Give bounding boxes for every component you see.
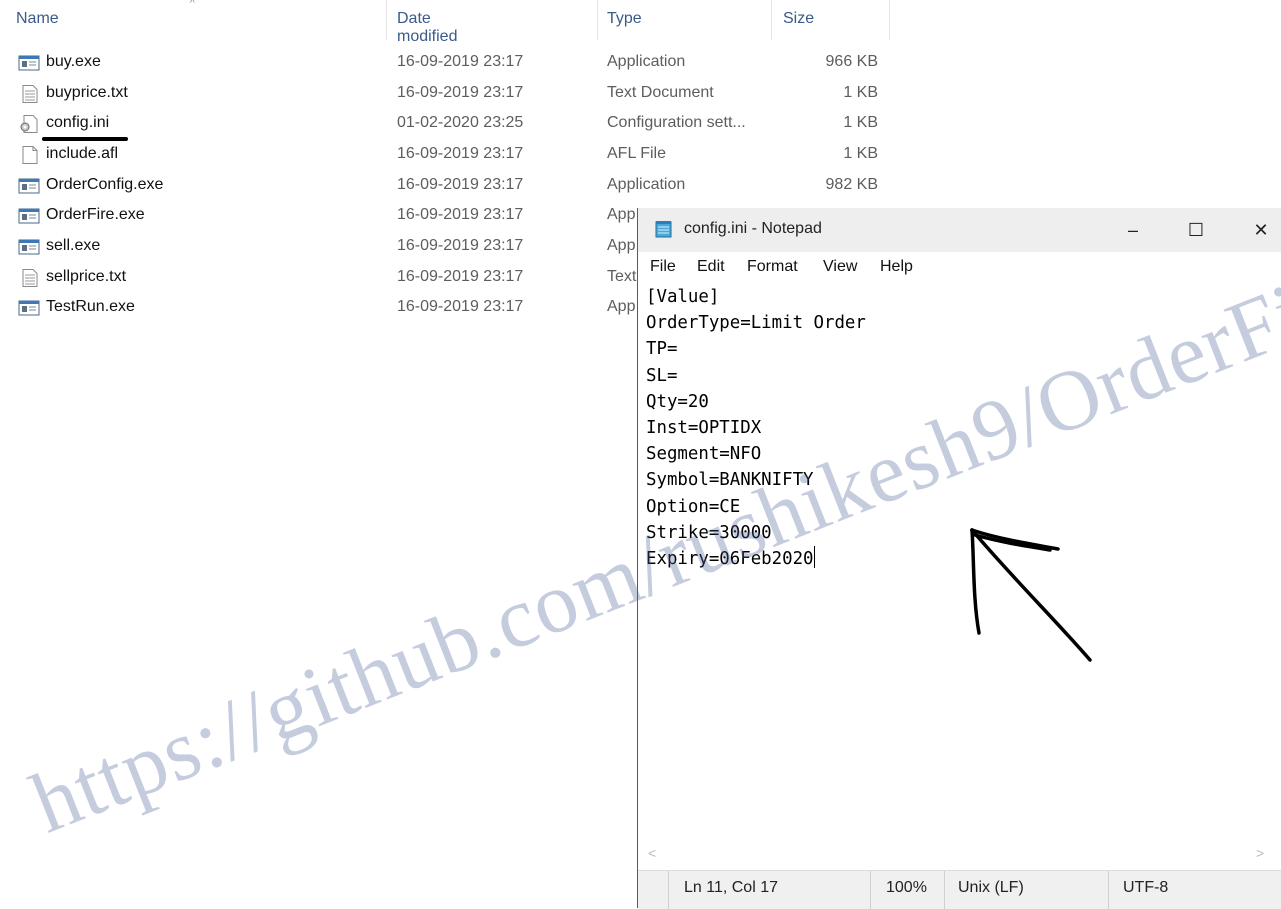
file-size: 966 KB (825, 53, 878, 70)
scroll-left-icon[interactable]: < (648, 845, 656, 861)
minimize-button[interactable]: ‒ (1102, 208, 1164, 252)
file-type: Application (607, 176, 686, 193)
menu-edit[interactable]: Edit (697, 258, 725, 276)
file-date: 16-09-2019 23:17 (397, 298, 524, 315)
file-date: 16-09-2019 23:17 (397, 237, 524, 254)
close-icon: ✕ (1253, 220, 1269, 240)
encoding: UTF-8 (1123, 879, 1169, 896)
cursor-position: Ln 11, Col 17 (684, 879, 778, 896)
file-name[interactable]: config.ini (46, 114, 109, 132)
file-row[interactable]: buyprice.txt 16-09-2019 23:17 Text Documen… (0, 78, 900, 108)
menu-format[interactable]: Format (747, 258, 798, 276)
file-date: 16-09-2019 23:17 (397, 206, 524, 223)
text-line: Symbol=BANKNIFTY (646, 470, 814, 491)
text-line: Expiry=06Feb2020 (646, 549, 814, 570)
file-date: 01-02-2020 23:25 (397, 114, 524, 131)
file-type: Configuration sett... (607, 114, 746, 131)
file-date: 16-09-2019 23:17 (397, 53, 524, 70)
hand-drawn-underline (42, 137, 128, 141)
status-divider (870, 871, 871, 909)
status-divider (1108, 871, 1109, 909)
menu-bar: File Edit Format View Help (638, 252, 1281, 282)
file-date: 16-09-2019 23:17 (397, 268, 524, 285)
column-divider[interactable] (597, 0, 598, 40)
file-type: Text (607, 268, 637, 285)
file-type: Text Document (607, 84, 714, 101)
column-header-type[interactable]: Type (607, 10, 642, 28)
column-divider[interactable] (771, 0, 772, 40)
file-date: 16-09-2019 23:17 (397, 84, 524, 101)
maximize-button[interactable]: ☐ (1165, 208, 1227, 252)
file-size: 982 KB (825, 176, 878, 193)
column-header-size[interactable]: Size (783, 10, 814, 28)
file-name[interactable]: sellprice.txt (46, 268, 126, 286)
scroll-right-icon[interactable]: > (1256, 845, 1264, 861)
text-editor[interactable]: [Value] OrderType=Limit Order TP= SL= Qt… (646, 284, 1266, 844)
column-header-name[interactable]: Name (16, 10, 59, 28)
text-line: [Value] (646, 287, 720, 307)
file-name[interactable]: TestRun.exe (46, 298, 135, 316)
menu-file[interactable]: File (650, 258, 676, 276)
file-date: 16-09-2019 23:17 (397, 145, 524, 162)
menu-view[interactable]: View (823, 258, 857, 276)
text-line: TP= (646, 339, 678, 360)
text-file-icon (18, 85, 40, 103)
file-name[interactable]: buy.exe (46, 53, 101, 71)
notepad-window: config.ini - Notepad ‒ ☐ ✕ File Edit For… (637, 208, 1281, 909)
column-divider[interactable] (386, 0, 387, 40)
file-name[interactable]: buyprice.txt (46, 84, 128, 102)
column-divider[interactable] (889, 0, 890, 40)
app-icon (18, 207, 40, 225)
zoom-level: 100% (886, 879, 927, 896)
text-file-icon (18, 269, 40, 287)
text-line: Segment=NFO (646, 444, 762, 465)
horizontal-scrollbar[interactable]: < > (638, 844, 1281, 864)
app-icon (18, 299, 40, 317)
text-line: OrderType=Limit Order (646, 313, 866, 334)
notepad-titlebar[interactable]: config.ini - Notepad ‒ ☐ ✕ (638, 208, 1281, 252)
app-icon (18, 177, 40, 195)
app-icon (18, 238, 40, 256)
file-row[interactable]: include.afl 16-09-2019 23:17 AFL File 1 KB (0, 139, 900, 169)
file-row[interactable]: OrderConfig.exe 16-09-2019 23:17 Applicati… (0, 170, 900, 200)
sort-indicator-icon: ^ (190, 0, 195, 9)
notepad-icon (655, 221, 672, 238)
status-bar: Ln 11, Col 17 100% Unix (LF) UTF-8 (638, 870, 1281, 909)
file-name[interactable]: sell.exe (46, 237, 100, 255)
app-icon (18, 54, 40, 72)
text-line: SL= (646, 365, 678, 386)
file-type: App (607, 206, 636, 223)
file-date: 16-09-2019 23:17 (397, 176, 524, 193)
status-divider (668, 871, 669, 909)
file-type: AFL File (607, 145, 666, 162)
text-caret (813, 546, 815, 569)
file-name[interactable]: OrderConfig.exe (46, 176, 163, 194)
vertical-scrollbar[interactable] (1274, 282, 1281, 848)
window-title: config.ini - Notepad (684, 220, 822, 237)
file-row[interactable]: config.ini 01-02-2020 23:25 Configuration … (0, 108, 900, 138)
file-type: App (607, 237, 636, 254)
file-size: 1 KB (843, 114, 878, 131)
file-size: 1 KB (843, 84, 878, 101)
column-header-date[interactable]: Date modified (397, 10, 457, 46)
blank-file-icon (18, 146, 40, 164)
file-name[interactable]: OrderFire.exe (46, 206, 145, 224)
maximize-icon: ☐ (1187, 220, 1205, 240)
text-line: Strike=30000 (646, 522, 772, 543)
text-line: Qty=20 (646, 391, 709, 412)
file-type: App (607, 298, 636, 315)
file-name[interactable]: include.afl (46, 145, 118, 163)
line-ending: Unix (LF) (958, 879, 1024, 896)
file-size: 1 KB (843, 145, 878, 162)
status-divider (944, 871, 945, 909)
text-line: Option=CE (646, 496, 741, 517)
file-type: Application (607, 53, 686, 70)
last-line-wrap: Expiry=06Feb2020 (646, 546, 1266, 572)
file-row[interactable]: buy.exe 16-09-2019 23:17 Application 966 KB (0, 47, 900, 77)
menu-help[interactable]: Help (880, 258, 913, 276)
config-file-icon (18, 115, 40, 133)
close-button[interactable]: ✕ (1230, 208, 1281, 252)
text-line: Inst=OPTIDX (646, 418, 762, 439)
minimize-icon: ‒ (1127, 220, 1138, 240)
